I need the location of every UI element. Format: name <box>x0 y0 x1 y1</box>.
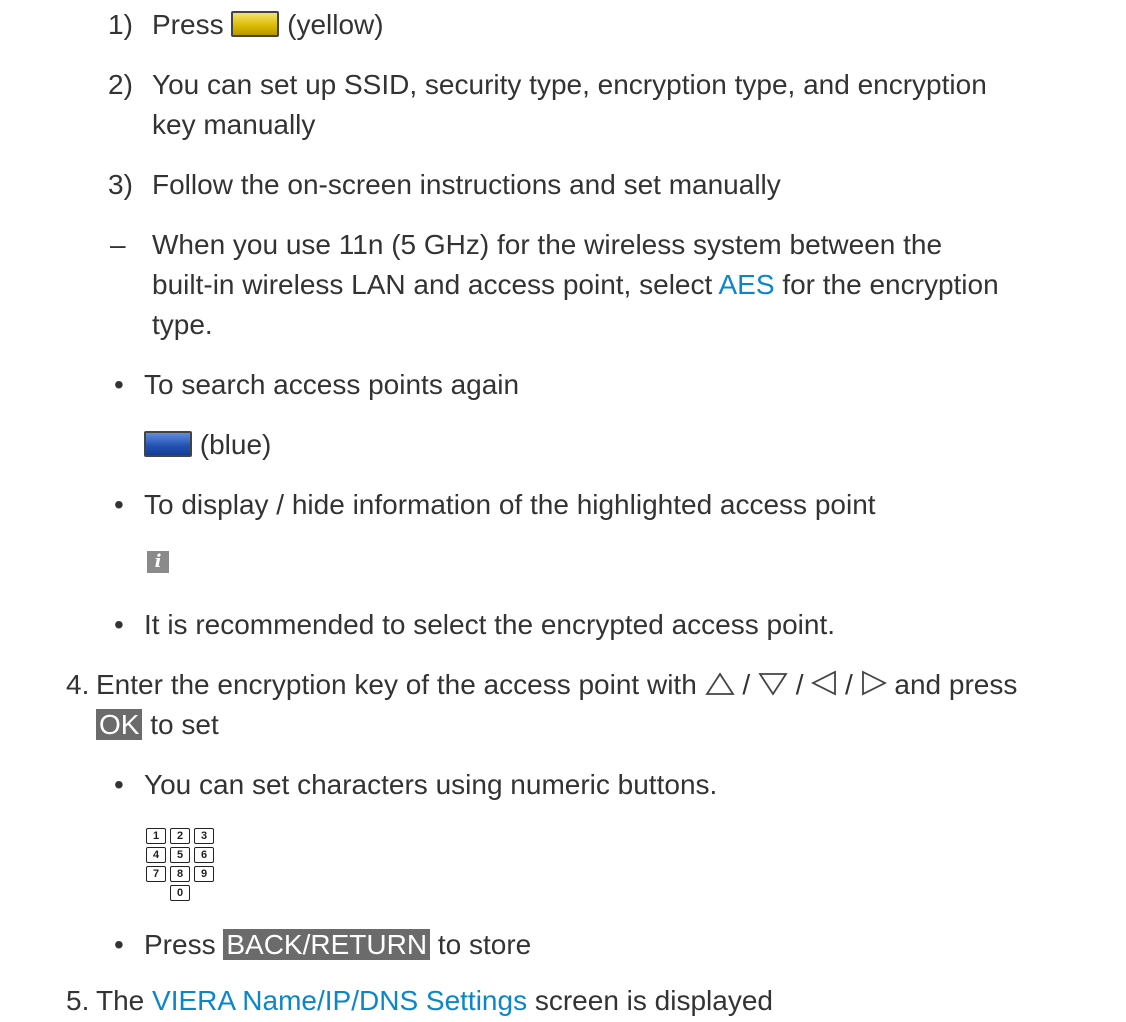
step-number: 5. <box>66 985 90 1016</box>
sub-step-number: 3) <box>108 169 133 200</box>
numkey-6: 6 <box>194 847 214 863</box>
note-line3: type. <box>152 309 213 340</box>
numkey-2: 2 <box>170 828 190 844</box>
bullet-text: It is recommended to select the encrypte… <box>144 609 836 640</box>
bullet-text: To search access points again <box>144 369 520 400</box>
numkey-5: 5 <box>170 847 190 863</box>
step-4-line2-text: to set <box>150 709 219 740</box>
numkey-3: 3 <box>194 828 214 844</box>
back-return-button-label: BACK/RETURN <box>223 929 431 960</box>
numkey-4: 4 <box>146 847 166 863</box>
info-button-icon: i <box>147 551 169 573</box>
viera-settings-link[interactable]: VIERA Name/IP/DNS Settings <box>152 985 527 1016</box>
aes-link[interactable]: AES <box>719 269 775 300</box>
left-arrow-icon <box>811 670 837 696</box>
blue-button-icon <box>144 431 192 457</box>
sub-step-number: 1) <box>108 9 133 40</box>
note-dash: – <box>110 229 126 260</box>
step-4-line1: Enter the encryption key of the access p… <box>96 664 1017 706</box>
yellow-button-icon <box>231 11 280 37</box>
yellow-label: (yellow) <box>287 9 384 40</box>
note-line2: built-in wireless LAN and access point, … <box>152 264 999 306</box>
store-label: to store <box>437 929 532 960</box>
up-arrow-icon <box>704 672 735 695</box>
step-5-text-end: screen is displayed <box>534 985 773 1016</box>
bullet-text: To display / hide information of the hig… <box>144 489 876 520</box>
step-number: 4. <box>66 669 90 700</box>
down-arrow-icon <box>758 673 788 696</box>
bullet-glyph: • <box>114 929 124 960</box>
press-label: Press <box>144 929 216 960</box>
step-5-text-start: The <box>96 985 145 1016</box>
numkey-7: 7 <box>146 866 166 882</box>
step-5-text: The VIERA Name/IP/DNS Settings screen is… <box>96 980 773 1022</box>
step-4-line2: OK to set <box>96 704 219 746</box>
sub-step-text: Press (yellow) <box>152 4 384 46</box>
bullet-glyph: • <box>114 769 124 800</box>
ok-button-label: OK <box>96 709 143 740</box>
numkey-1: 1 <box>146 828 166 844</box>
numeric-keypad-icon: 1 2 3 4 5 6 7 8 9 0 <box>146 828 226 916</box>
sub-step-text: Follow the on-screen instructions and se… <box>152 169 781 200</box>
right-arrow-icon <box>861 670 887 696</box>
step-4-text-end: and press <box>894 669 1018 700</box>
separator: / <box>845 669 853 700</box>
bullet-text: Press BACK/RETURN to store <box>144 924 531 966</box>
note-line2-text-end: for the encryption <box>782 269 999 300</box>
sub-step-text-line2: key manually <box>152 109 316 140</box>
numkey-8: 8 <box>170 866 190 882</box>
separator: / <box>795 669 804 700</box>
note-line1: When you use 11n (5 GHz) for the wireles… <box>152 229 943 260</box>
bullet-glyph: • <box>114 609 124 640</box>
step-4-text: Enter the encryption key of the access p… <box>96 669 697 700</box>
note-line2-text: built-in wireless LAN and access point, … <box>152 269 713 300</box>
bullet-glyph: • <box>114 489 124 520</box>
separator: / <box>742 669 751 700</box>
sub-step-number: 2) <box>108 69 133 100</box>
blue-label: (blue) <box>199 429 272 460</box>
blue-key-line: (blue) <box>144 424 271 466</box>
numkey-0: 0 <box>170 885 190 901</box>
press-label: Press <box>152 9 224 40</box>
bullet-text: You can set characters using numeric but… <box>144 769 718 800</box>
bullet-glyph: • <box>114 369 124 400</box>
numkey-9: 9 <box>194 866 214 882</box>
sub-step-text-line1: You can set up SSID, security type, encr… <box>152 69 987 100</box>
